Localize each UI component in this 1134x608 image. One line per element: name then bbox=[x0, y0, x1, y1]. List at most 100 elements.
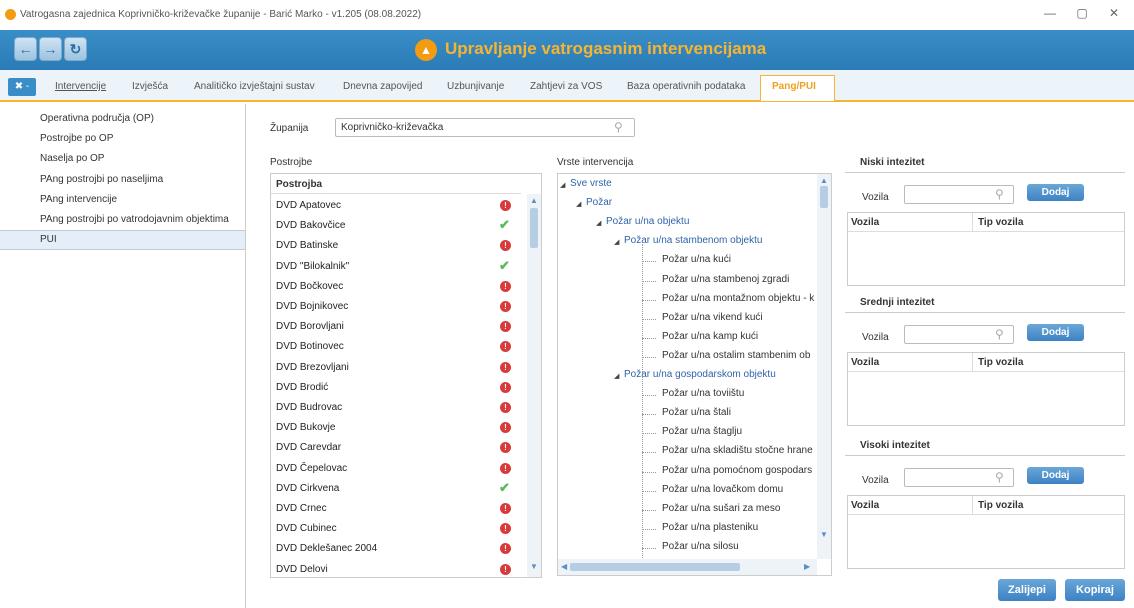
tree-node[interactable]: Požar u/na toviištu bbox=[662, 388, 744, 399]
column-divider bbox=[972, 496, 973, 514]
postrojba-name: DVD Bojnikovec bbox=[276, 301, 349, 312]
menu-item-pang-pui[interactable]: Pang/PUI bbox=[772, 81, 816, 92]
menu-item-analiticko[interactable]: Analitičko izvještajni sustav bbox=[194, 81, 315, 92]
postrojba-row[interactable]: DVD Carevdar! bbox=[271, 438, 521, 458]
scroll-thumb[interactable] bbox=[530, 208, 538, 248]
paste-button[interactable]: Zalijepi bbox=[998, 579, 1056, 601]
tools-menu-button[interactable]: ✖ - bbox=[8, 78, 36, 96]
scroll-up-icon[interactable]: ▲ bbox=[530, 196, 538, 205]
sidebar-item-pang-vatrodojavni[interactable]: PAng postrojbi po vatrodojavnim objektim… bbox=[40, 214, 229, 225]
postrojbe-scrollbar[interactable]: ▲ ▼ bbox=[527, 194, 541, 577]
forward-arrow-icon[interactable]: → bbox=[39, 37, 62, 61]
tree-node[interactable]: Požar u/na lovačkom domu bbox=[662, 484, 783, 495]
menu-item-intervencije[interactable]: Intervencije bbox=[55, 81, 106, 92]
postrojba-row[interactable]: DVD Brezovljani! bbox=[271, 358, 521, 378]
zupanija-field[interactable]: Koprivničko-križevačka ⚲ bbox=[335, 118, 635, 137]
tree-node[interactable]: Požar bbox=[586, 197, 612, 208]
tree-scroll-left-icon[interactable]: ◀ bbox=[561, 562, 567, 571]
back-arrow-icon[interactable]: ← bbox=[14, 37, 37, 61]
tree-scroll-down-icon[interactable]: ▼ bbox=[820, 530, 828, 539]
tree-node[interactable]: Požar u/na silosu bbox=[662, 541, 739, 552]
scroll-down-icon[interactable]: ▼ bbox=[530, 562, 538, 571]
sidebar-item-postrojbe-po-op[interactable]: Postrojbe po OP bbox=[40, 133, 113, 144]
postrojba-row[interactable]: DVD Bočkovec! bbox=[271, 277, 521, 297]
menu-item-zahtjevi-vos[interactable]: Zahtjevi za VOS bbox=[530, 81, 602, 92]
menu-item-baza-operativnih[interactable]: Baza operativnih podataka bbox=[627, 81, 745, 92]
search-icon[interactable]: ⚲ bbox=[614, 120, 623, 134]
postrojba-row[interactable]: DVD Delovi! bbox=[271, 560, 521, 580]
tree-node[interactable]: Požar u/na ostalim stambenim ob bbox=[662, 350, 810, 361]
menu-item-dnevna-zapovijed[interactable]: Dnevna zapovijed bbox=[343, 81, 423, 92]
expand-toggle-icon[interactable]: ◢ bbox=[614, 372, 619, 380]
tree-node[interactable]: Požar u/na montažnom objektu - k bbox=[662, 293, 814, 304]
menu-item-izvjesca[interactable]: Izvješća bbox=[132, 81, 168, 92]
postrojba-row[interactable]: DVD Bukovje! bbox=[271, 418, 521, 438]
postrojba-row[interactable]: DVD Čepelovac! bbox=[271, 459, 521, 479]
sidebar-item-naselja-po-op[interactable]: Naselja po OP bbox=[40, 153, 104, 164]
postrojba-row[interactable]: DVD Botinovec! bbox=[271, 337, 521, 357]
tree-node[interactable]: Požar u/na gospodarskom objektu bbox=[624, 369, 776, 380]
sidebar-item-pang-postrojbi-naselja[interactable]: PAng postrojbi po naseljima bbox=[40, 174, 163, 185]
tree-node[interactable]: Požar u/na skladištu stočne hrane bbox=[662, 445, 813, 456]
add-vozilo-button[interactable]: Dodaj bbox=[1027, 324, 1084, 341]
add-vozilo-button[interactable]: Dodaj bbox=[1027, 184, 1084, 201]
tree-node[interactable]: Požar u/na štali bbox=[662, 407, 731, 418]
vozila-search-input[interactable]: ⚲ bbox=[904, 185, 1014, 204]
search-icon[interactable]: ⚲ bbox=[995, 187, 1004, 201]
sidebar-item-pang-intervencije[interactable]: PAng intervencije bbox=[40, 194, 117, 205]
vozila-search-input[interactable]: ⚲ bbox=[904, 468, 1014, 487]
tree-hscrollbar[interactable]: ◀ ▶ bbox=[558, 559, 817, 575]
postrojba-row[interactable]: DVD "Bilokalnik" ✔ bbox=[271, 257, 521, 277]
postrojba-row[interactable]: DVD Bojnikovec! bbox=[271, 297, 521, 317]
search-icon[interactable]: ⚲ bbox=[995, 470, 1004, 484]
tree-scroll-thumb[interactable] bbox=[820, 186, 828, 208]
tree-node[interactable]: Požar u/na plasteniku bbox=[662, 522, 758, 533]
tree-vscrollbar[interactable]: ▲ ▼ bbox=[817, 174, 831, 559]
tree-connector bbox=[642, 356, 656, 358]
tree-node[interactable]: Sve vrste bbox=[570, 178, 612, 189]
postrojba-row[interactable]: DVD Borovljani! bbox=[271, 317, 521, 337]
vozila-table: Vozila Tip vozila bbox=[847, 495, 1125, 569]
postrojba-row[interactable]: DVD Bakovčice ✔ bbox=[271, 216, 521, 236]
tree-node[interactable]: Požar u/na kamp kući bbox=[662, 331, 758, 342]
vozila-table: Vozila Tip vozila bbox=[847, 352, 1125, 426]
tree-hscroll-thumb[interactable] bbox=[570, 563, 740, 571]
tree-connector bbox=[642, 318, 656, 320]
tree-node[interactable]: Požar u/na sušari za meso bbox=[662, 503, 780, 514]
tree-scroll-right-icon[interactable]: ▶ bbox=[804, 562, 810, 571]
tree-node[interactable]: Požar u/na vikend kući bbox=[662, 312, 763, 323]
add-vozilo-button[interactable]: Dodaj bbox=[1027, 467, 1084, 484]
expand-toggle-icon[interactable]: ◢ bbox=[596, 219, 601, 227]
sidebar-item-operativna-podrucja[interactable]: Operativna područja (OP) bbox=[40, 113, 154, 124]
refresh-icon[interactable]: ↻ bbox=[64, 37, 87, 61]
search-icon[interactable]: ⚲ bbox=[995, 327, 1004, 341]
postrojba-column-header: Postrojba bbox=[276, 179, 323, 190]
warning-icon: ! bbox=[500, 341, 511, 353]
postrojba-row[interactable]: DVD Brodić! bbox=[271, 378, 521, 398]
postrojba-row[interactable]: DVD Cirkvena ✔ bbox=[271, 479, 521, 499]
tree-node[interactable]: Požar u/na kući bbox=[662, 254, 731, 265]
postrojba-row[interactable]: DVD Cubinec! bbox=[271, 519, 521, 539]
tree-node[interactable]: Požar u/na stambenoj zgradi bbox=[662, 274, 789, 285]
maximize-icon[interactable]: ▢ bbox=[1072, 6, 1092, 20]
tree-node[interactable]: Požar u/na stambenom objektu bbox=[624, 235, 762, 246]
close-icon[interactable]: ✕ bbox=[1104, 6, 1124, 20]
postrojba-row[interactable]: DVD Batinske! bbox=[271, 236, 521, 256]
expand-toggle-icon[interactable]: ◢ bbox=[576, 200, 581, 208]
tree-node[interactable]: Požar u/na štaglju bbox=[662, 426, 742, 437]
warning-icon: ! bbox=[500, 321, 511, 333]
postrojba-row[interactable]: DVD Apatovec! bbox=[271, 196, 521, 216]
postrojba-row[interactable]: DVD Budrovac! bbox=[271, 398, 521, 418]
sidebar-item-pui[interactable]: PUI bbox=[40, 234, 57, 245]
expand-toggle-icon[interactable]: ◢ bbox=[560, 181, 565, 189]
tree-node[interactable]: Požar u/na objektu bbox=[606, 216, 689, 227]
vozila-search-input[interactable]: ⚲ bbox=[904, 325, 1014, 344]
tree-node[interactable]: Požar u/na pomoćnom gospodars bbox=[662, 465, 812, 476]
copy-button[interactable]: Kopiraj bbox=[1065, 579, 1125, 601]
postrojba-row[interactable]: DVD Crnec! bbox=[271, 499, 521, 519]
tree-scroll-up-icon[interactable]: ▲ bbox=[820, 176, 828, 185]
menu-item-uzbunjivanje[interactable]: Uzbunjivanje bbox=[447, 81, 504, 92]
postrojba-row[interactable]: DVD Deklešanec 2004! bbox=[271, 539, 521, 559]
expand-toggle-icon[interactable]: ◢ bbox=[614, 238, 619, 246]
minimize-icon[interactable]: — bbox=[1040, 6, 1060, 20]
